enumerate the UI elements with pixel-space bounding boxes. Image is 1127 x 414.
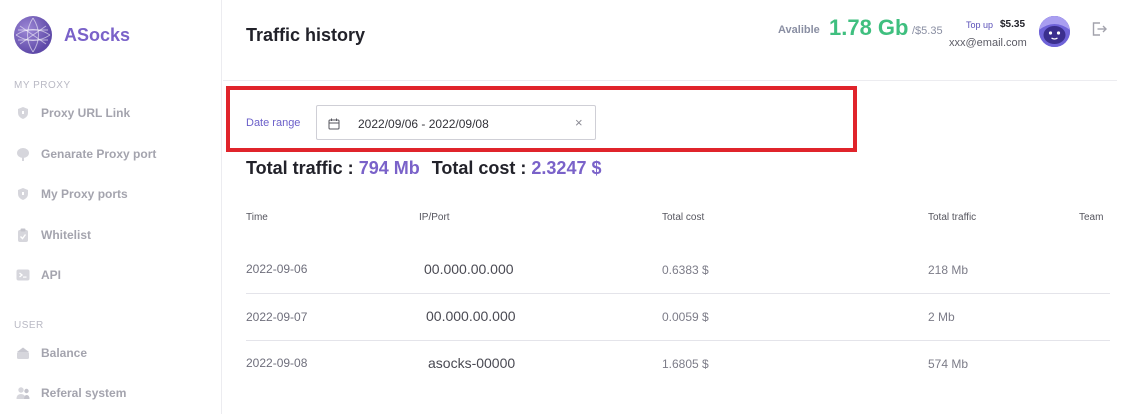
header-divider	[223, 80, 1117, 81]
cell-ip-port: 00.000.00.000	[424, 261, 514, 277]
totals-summary: Total traffic : 794 Mb Total cost : 2.324…	[246, 158, 601, 179]
available-price: /$5.35	[912, 25, 943, 37]
avatar[interactable]	[1039, 16, 1070, 47]
total-cost-value: 2.3247 $	[531, 158, 602, 178]
cell-ip-port: 00.000.00.000	[426, 308, 516, 324]
tree-icon	[16, 147, 30, 161]
sidebar-item-generate-proxy-port[interactable]: Genarate Proxy port	[16, 144, 156, 164]
shield-icon	[16, 187, 30, 201]
cell-total-cost: 0.6383 $	[662, 263, 709, 277]
sidebar-item-label: Balance	[41, 346, 88, 360]
sidebar-item-proxy-url-link[interactable]: Proxy URL Link	[16, 103, 130, 123]
cell-time: 2022-09-06	[246, 262, 308, 276]
sidebar-item-api[interactable]: API	[16, 265, 61, 285]
balance-value: $5.35	[1000, 19, 1026, 30]
sidebar-item-label: Genarate Proxy port	[41, 147, 157, 161]
cell-total-cost: 1.6805 $	[662, 357, 709, 371]
sidebar-item-label: Referal system	[41, 386, 127, 400]
cell-total-traffic: 218 Mb	[928, 263, 969, 277]
clipboard-check-icon	[16, 228, 30, 242]
sidebar-item-my-proxy-ports[interactable]: My Proxy ports	[16, 184, 128, 204]
section-label-my-proxy: MY PROXY	[14, 80, 71, 91]
sidebar-item-label: API	[41, 268, 62, 282]
total-cost-label: Total cost :	[431, 158, 527, 178]
cell-ip-port: asocks-00000	[428, 355, 516, 371]
cell-total-traffic: 574 Mb	[928, 357, 969, 371]
clear-icon[interactable]: ×	[575, 115, 583, 130]
total-traffic-value: 794 Mb	[358, 158, 420, 178]
cell-total-cost: 0.0059 $	[662, 310, 709, 324]
available-label: Avalible	[778, 24, 820, 36]
page-title: Traffic history	[246, 25, 366, 45]
column-header-ip-port: IP/Port	[419, 212, 450, 223]
app-name: ASocks	[64, 24, 131, 45]
cell-total-traffic: 2 Mb	[928, 310, 955, 324]
user-email: xxx@email.com	[949, 37, 1027, 49]
sidebar-item-balance[interactable]: Balance	[16, 343, 87, 363]
available-traffic-value: 1.78 Gb	[829, 15, 909, 40]
column-header-total-traffic: Total traffic	[928, 212, 977, 223]
sidebar-item-label: My Proxy ports	[41, 187, 128, 201]
users-icon	[16, 386, 30, 400]
row-divider	[246, 340, 1110, 341]
sidebar-item-referal-system[interactable]: Referal system	[16, 383, 126, 403]
app-logo[interactable]: ASocks	[14, 16, 130, 54]
sidebar-item-whitelist[interactable]: Whitelist	[16, 225, 91, 245]
cell-time: 2022-09-07	[246, 310, 308, 324]
cell-time: 2022-09-08	[246, 356, 308, 370]
terminal-icon	[16, 268, 30, 282]
row-divider	[246, 293, 1110, 294]
sidebar-item-label: Whitelist	[41, 228, 91, 242]
shield-icon	[16, 106, 30, 120]
wallet-icon	[16, 346, 30, 360]
date-range-label: Date range	[246, 117, 301, 129]
calendar-icon	[328, 117, 340, 130]
total-traffic-label: Total traffic :	[246, 158, 354, 178]
section-label-user: USER	[14, 320, 44, 331]
globe-logo-icon	[14, 16, 52, 54]
date-range-picker[interactable]: 2022/09/06 - 2022/09/08 ×	[316, 105, 596, 140]
sidebar-item-label: Proxy URL Link	[41, 106, 131, 120]
column-header-team: Team	[1079, 212, 1104, 223]
column-header-time: Time	[246, 212, 268, 223]
sidebar: ASocks MY PROXY Proxy URL Link Genarate …	[0, 0, 222, 414]
top-up-link[interactable]: Top up	[966, 20, 993, 30]
logout-icon[interactable]	[1091, 21, 1107, 37]
date-range-value: 2022/09/06 - 2022/09/08	[358, 117, 489, 131]
column-header-total-cost: Total cost	[662, 212, 705, 223]
